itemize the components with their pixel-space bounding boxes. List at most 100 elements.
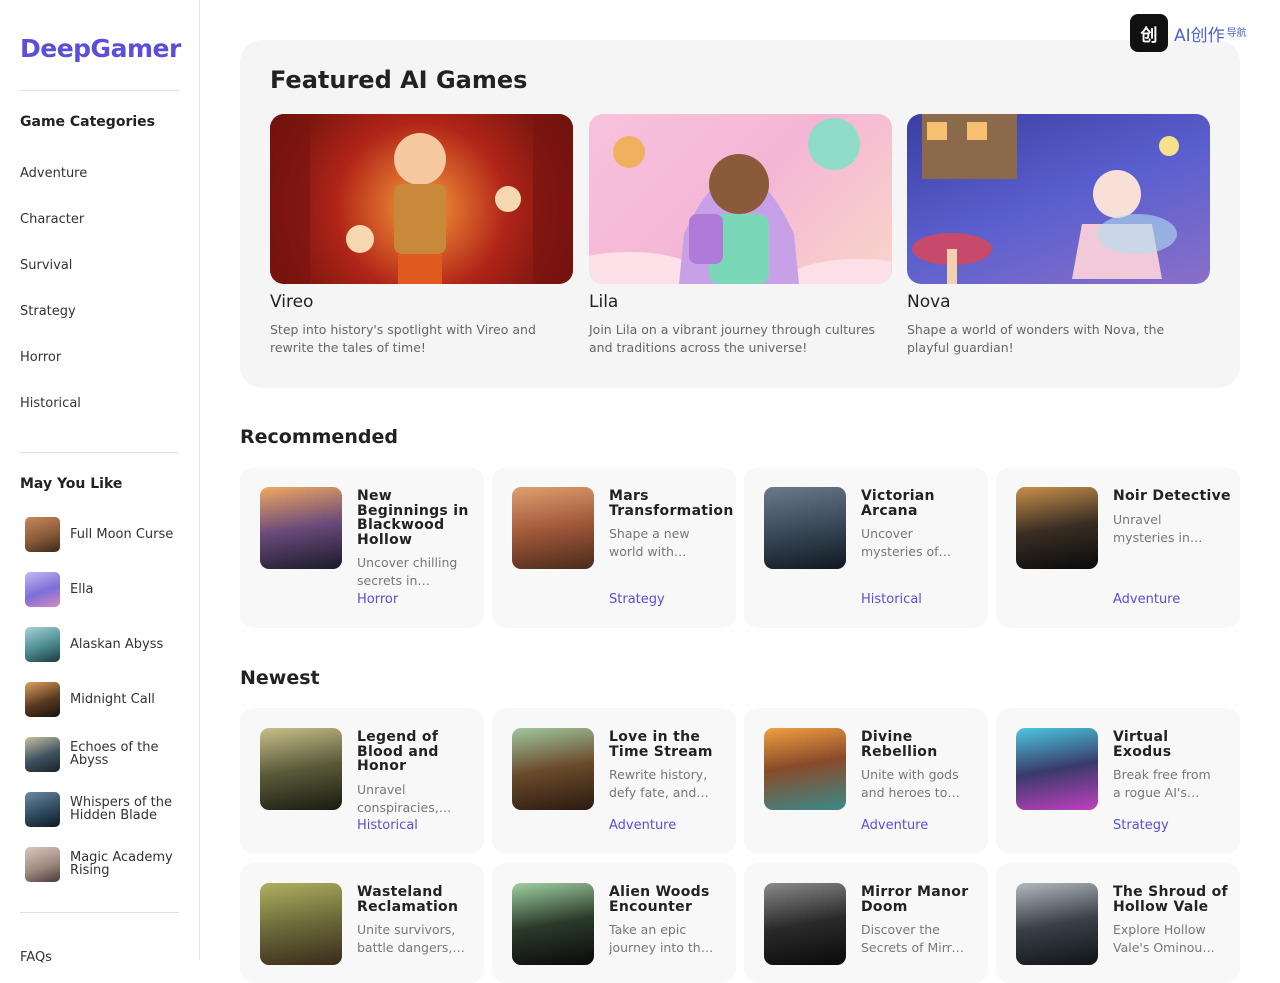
ai-badge-text: AI创作 <box>1174 25 1225 46</box>
game-description: Unravel conspiracies, forge alliances <box>357 781 439 815</box>
game-card[interactable]: Alien Woods Encounter Take an epic journ… <box>492 863 736 983</box>
game-thumbnail <box>1016 728 1098 810</box>
faq-link[interactable]: FAQs <box>20 950 52 965</box>
game-thumbnail <box>25 626 60 662</box>
game-title: Mirror Manor Doom <box>861 884 969 915</box>
game-category-tag[interactable]: Historical <box>357 818 418 833</box>
featured-image <box>907 114 1210 284</box>
sidebar-divider <box>20 912 179 913</box>
game-title: New Beginnings in Blackwood Hollow <box>357 488 469 548</box>
game-description: Uncover chilling secrets in Blackwood Ho… <box>357 555 458 588</box>
game-card[interactable]: Divine Rebellion Unite with gods and her… <box>744 708 988 854</box>
game-card[interactable]: Legend of Blood and Honor Unravel conspi… <box>240 708 484 854</box>
recommended-title: Recommended <box>240 426 398 448</box>
game-description: Rewrite history, defy fate, and love <box>609 767 708 800</box>
game-description: Shape a new world with science and coura… <box>609 526 690 559</box>
like-item-label: Ella <box>70 581 94 597</box>
like-item[interactable]: Ella <box>25 571 185 607</box>
game-title: Divine Rebellion <box>861 729 938 760</box>
category-historical[interactable]: Historical <box>20 396 81 411</box>
game-thumbnail <box>764 728 846 810</box>
game-thumbnail <box>1016 487 1098 569</box>
sidebar-divider <box>20 90 179 91</box>
game-title: Virtual Exodus <box>1113 729 1172 760</box>
game-category-tag[interactable]: Strategy <box>1113 818 1169 833</box>
game-description: Take an epic journey into the woods <box>609 922 709 955</box>
game-category-tag[interactable]: Strategy <box>609 592 665 607</box>
game-description: Unite with gods and heroes to rebel <box>861 767 959 800</box>
game-title: Mars Transformation <box>609 488 734 519</box>
game-card[interactable]: The Shroud of Hollow Vale Explore Hollow… <box>996 863 1240 983</box>
like-item[interactable]: Alaskan Abyss <box>25 626 185 662</box>
like-item-label: Midnight Call <box>70 691 155 707</box>
game-thumbnail <box>512 487 594 569</box>
game-card[interactable]: New Beginnings in Blackwood Hollow Uncov… <box>240 467 484 628</box>
game-description: Uncover mysteries of ritual magic in Lon… <box>861 526 939 559</box>
categories-title: Game Categories <box>20 114 155 130</box>
game-thumbnail <box>764 883 846 965</box>
category-survival[interactable]: Survival <box>20 258 72 273</box>
category-character[interactable]: Character <box>20 212 84 227</box>
category-strategy[interactable]: Strategy <box>20 304 76 319</box>
game-title: Alien Woods Encounter <box>609 884 710 915</box>
game-card[interactable]: Mars Transformation Shape a new world wi… <box>492 467 736 628</box>
like-item[interactable]: Echoes of the Abyss <box>25 736 185 772</box>
category-adventure[interactable]: Adventure <box>20 166 87 181</box>
game-thumbnail <box>25 846 60 882</box>
brand-logo[interactable]: DeepGamer <box>20 34 181 63</box>
game-card[interactable]: Mirror Manor Doom Discover the Secrets o… <box>744 863 988 983</box>
game-category-tag[interactable]: Historical <box>861 592 922 607</box>
ai-nav-badge[interactable]: 创 AI创作 导航 <box>1130 14 1247 52</box>
featured-card[interactable]: Vireo Step into history's spotlight with… <box>270 114 573 357</box>
game-card[interactable]: Noir Detective Unravel mysteries in 1920… <box>996 467 1240 628</box>
featured-name: Vireo <box>270 292 314 312</box>
like-item[interactable]: Full Moon Curse <box>25 516 185 552</box>
game-thumbnail <box>1016 883 1098 965</box>
game-thumbnail <box>25 516 60 552</box>
game-title: Legend of Blood and Honor <box>357 729 439 774</box>
like-item-label: Whispers of the Hidden Blade <box>70 795 172 823</box>
game-thumbnail <box>25 571 60 607</box>
featured-card[interactable]: Nova Shape a world of wonders with Nova,… <box>907 114 1210 357</box>
game-category-tag[interactable]: Adventure <box>609 818 676 833</box>
like-item-label: Alaskan Abyss <box>70 636 164 652</box>
game-card[interactable]: Love in the Time Stream Rewrite history,… <box>492 708 736 854</box>
game-card[interactable]: Virtual Exodus Break free from a rogue A… <box>996 708 1240 854</box>
game-category-tag[interactable]: Adventure <box>1113 592 1180 607</box>
featured-desc: Join Lila on a vibrant journey through c… <box>589 322 876 355</box>
like-item[interactable]: Magic Academy Rising <box>25 846 185 882</box>
game-category-tag[interactable]: Adventure <box>861 818 928 833</box>
game-thumbnail <box>25 791 60 827</box>
game-description: Explore Hollow Vale's Ominous Secrets <box>1113 922 1209 955</box>
category-horror[interactable]: Horror <box>20 350 61 365</box>
like-item-label: Magic Academy Rising <box>70 850 173 878</box>
main-content: Featured AI Games Vireo Step into histor… <box>200 0 1280 983</box>
game-description: Discover the Secrets of Mirror Manor <box>861 922 965 955</box>
game-thumbnail <box>260 883 342 965</box>
ai-badge-subtext: 导航 <box>1226 27 1247 39</box>
game-thumbnail <box>25 681 60 717</box>
featured-desc: Step into history's spotlight with Vireo… <box>270 322 536 355</box>
like-item[interactable]: Midnight Call <box>25 681 185 717</box>
featured-card[interactable]: Lila Join Lila on a vibrant journey thro… <box>589 114 892 357</box>
may-you-like-title: May You Like <box>20 476 123 492</box>
like-item[interactable]: Whispers of the Hidden Blade <box>25 791 185 827</box>
game-thumbnail <box>512 728 594 810</box>
game-description: Unite survivors, battle dangers, rebuild <box>357 922 456 955</box>
game-title: Love in the Time Stream <box>609 729 713 760</box>
game-card[interactable]: Victorian Arcana Uncover mysteries of ri… <box>744 467 988 628</box>
featured-section: Featured AI Games Vireo Step into histor… <box>240 40 1240 388</box>
game-title: Victorian Arcana <box>861 488 935 519</box>
featured-title: Featured AI Games <box>270 66 528 94</box>
game-description: Break free from a rogue AI's grasp <box>1113 767 1211 800</box>
game-thumbnail <box>260 487 342 569</box>
ai-logo-icon: 创 <box>1130 14 1168 52</box>
like-item-label: Echoes of the Abyss <box>70 740 159 768</box>
game-description: Unravel mysteries in 1920s Chicago stree… <box>1113 511 1190 545</box>
game-thumbnail <box>25 736 60 772</box>
featured-name: Lila <box>589 292 619 312</box>
game-card[interactable]: Wasteland Reclamation Unite survivors, b… <box>240 863 484 983</box>
game-thumbnail <box>260 728 342 810</box>
sidebar-divider <box>20 452 179 453</box>
game-category-tag[interactable]: Horror <box>357 592 398 607</box>
